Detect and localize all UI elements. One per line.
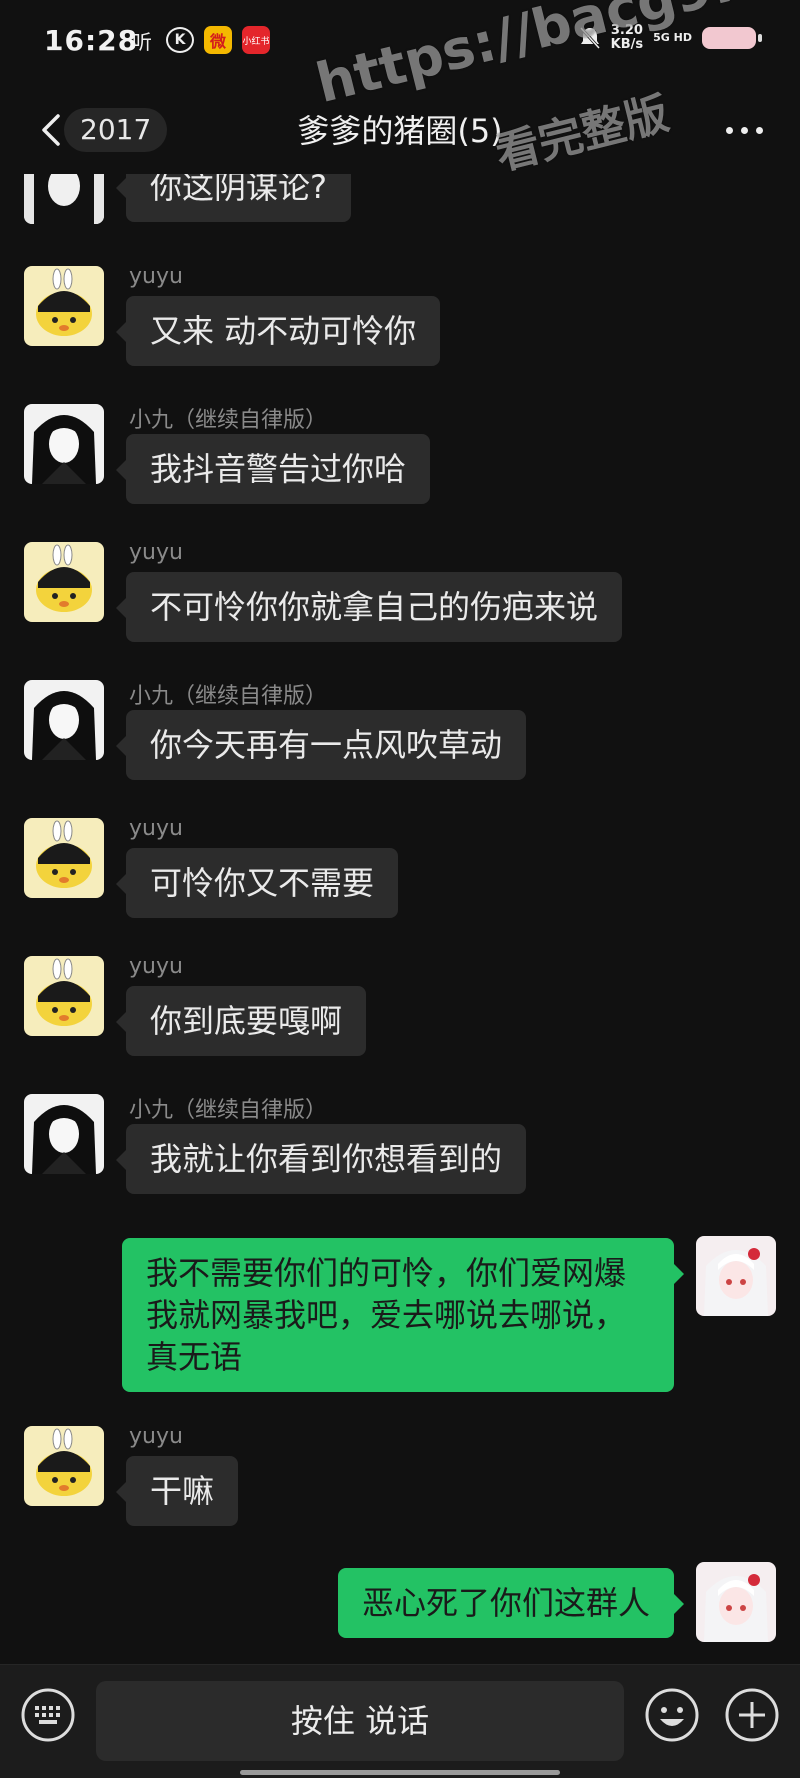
sender-name: 小九（继续自律版） <box>129 1098 328 1123</box>
network-speed: 3.20 KB/s <box>610 23 644 52</box>
message-bubble[interactable]: 可怜你又不需要 <box>115 848 399 918</box>
sender-name: 小九（继续自律版） <box>129 408 328 433</box>
sender-name: yuyu <box>129 816 183 841</box>
white-hair-avatar[interactable] <box>696 1236 776 1316</box>
white-hair-avatar[interactable] <box>696 1562 776 1642</box>
sender-name: yuyu <box>129 1424 183 1449</box>
sender-name: yuyu <box>129 954 183 979</box>
emoji-icon[interactable] <box>644 1687 700 1743</box>
message-bubble[interactable]: 又来 动不动可怜你 <box>115 296 441 366</box>
mute-bell-icon <box>579 26 600 50</box>
sender-name: yuyu <box>129 540 183 565</box>
anime-girl-avatar[interactable] <box>24 404 104 484</box>
message-bubble[interactable]: 你到底要嘎啊 <box>115 986 367 1056</box>
chick-avatar[interactable] <box>24 818 104 898</box>
plus-icon[interactable] <box>724 1687 780 1743</box>
sender-name: yuyu <box>129 264 183 289</box>
status-right: 3.20 KB/s 5G HD <box>579 23 762 52</box>
status-time: 16:28 <box>44 24 139 57</box>
anime-girl-avatar[interactable] <box>24 680 104 760</box>
keyboard-icon[interactable] <box>20 1687 76 1743</box>
chat-header: 2017 爹爹的猪圈(5) <box>0 86 800 174</box>
message-bubble[interactable]: 我不需要你们的可怜，你们爱网爆 我就网暴我吧，爱去哪说去哪说， 真无语 <box>122 1238 684 1392</box>
message-bubble[interactable]: 我抖音警告过你哈 <box>115 434 431 504</box>
chick-avatar[interactable] <box>24 542 104 622</box>
k-app-icon: K <box>166 27 194 53</box>
message-bubble[interactable]: 干嘛 <box>115 1456 239 1526</box>
message-list[interactable]: 你这阴谋论? yuyu 又来 动不动可怜你 小九（继续自律版） 我抖音警告过你哈… <box>0 174 800 1664</box>
sender-name: 小九（继续自律版） <box>129 684 328 709</box>
xiaohongshu-icon: 小红书 <box>242 26 270 54</box>
message-bubble[interactable]: 不可怜你你就拿自己的伤疤来说 <box>115 572 623 642</box>
message-bubble[interactable]: 恶心死了你们这群人 <box>337 1568 685 1638</box>
listen-app-icon: 听 <box>132 29 152 54</box>
hold-to-talk-button[interactable]: 按住 说话 <box>96 1681 624 1761</box>
battery-icon <box>702 27 762 49</box>
chick-avatar[interactable] <box>24 266 104 346</box>
message-bubble[interactable]: 我就让你看到你想看到的 <box>115 1124 527 1194</box>
home-indicator <box>240 1770 560 1775</box>
message-bubble[interactable]: 你这阴谋论? <box>116 174 351 222</box>
status-icons: 听 K 微 小红书 <box>128 26 270 54</box>
status-bar: 16:28 听 K 微 小红书 3.20 KB/s 5G HD <box>0 0 800 86</box>
message-bubble[interactable]: 你今天再有一点风吹草动 <box>115 710 527 780</box>
more-options-icon[interactable] <box>720 114 768 146</box>
weibo-icon: 微 <box>204 26 232 54</box>
anime-girl-avatar[interactable] <box>24 1094 104 1174</box>
network-type: 5G HD <box>653 31 692 44</box>
chick-avatar[interactable] <box>24 956 104 1036</box>
chick-avatar[interactable] <box>24 1426 104 1506</box>
input-bar: 按住 说话 <box>0 1664 800 1778</box>
chat-title: 爹爹的猪圈(5) <box>297 112 503 150</box>
bw-girl-avatar[interactable] <box>24 174 104 224</box>
